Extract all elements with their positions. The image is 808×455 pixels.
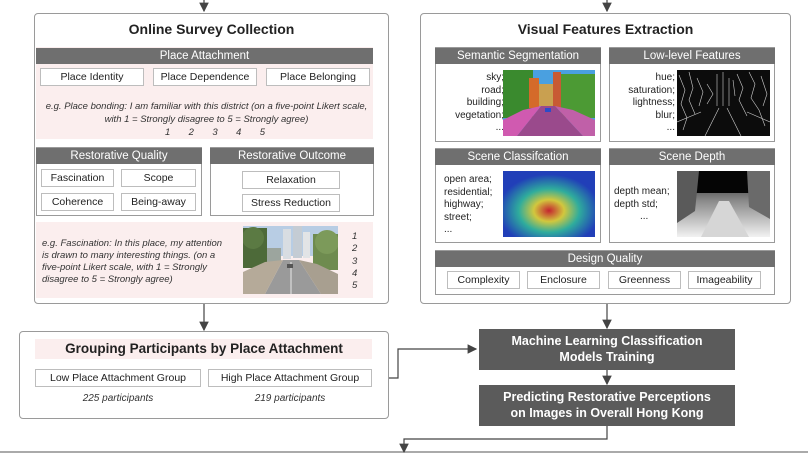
features-title: Visual Features Extraction <box>517 21 694 37</box>
low-group-count: 225 participants <box>82 393 154 404</box>
fascination-example-line2: is drawn to many interesting things. (on… <box>42 250 216 261</box>
street-view-photo <box>243 226 338 294</box>
grouping-title: Grouping Participants by Place Attachmen… <box>65 341 343 356</box>
scale-3: 3 <box>352 255 358 267</box>
lowlevel-more: ... <box>666 122 675 133</box>
fascination-likert-scale: 1 2 3 4 5 <box>352 231 364 292</box>
depth-mean: depth mean; <box>614 186 670 197</box>
scale-2: 2 <box>188 127 194 138</box>
scale-2: 2 <box>352 243 358 255</box>
restorative-outcome-header: Restorative Outcome <box>210 148 374 164</box>
high-attachment-group: High Place Attachment Group <box>208 369 372 387</box>
quality-item-being-away: Being-away <box>121 193 196 211</box>
attachment-item-identity: Place Identity <box>40 68 144 86</box>
scale-4: 4 <box>352 267 358 279</box>
ml-training-line2: Models Training <box>559 350 655 364</box>
ml-training-line1: Machine Learning Classification <box>511 334 703 348</box>
scene-more: ... <box>444 224 453 235</box>
design-item-enclosure: Enclosure <box>527 271 600 289</box>
scale-5: 5 <box>259 127 265 138</box>
scene-classification-header: Scene Classifcation <box>435 149 601 165</box>
high-group-count: 219 participants <box>254 393 326 404</box>
semantic-vegetation: vegetation; <box>455 109 504 121</box>
attachment-example-line2: with 1 = Strongly disagree to 5 = Strong… <box>104 114 309 125</box>
scale-5: 5 <box>352 280 358 292</box>
attachment-item-belonging: Place Belonging <box>266 68 370 86</box>
scene-depth-list: depth mean; depth std; ... <box>614 186 676 224</box>
prediction-line2: on Images in Overall Hong Kong <box>510 406 704 420</box>
survey-title: Online Survey Collection <box>128 21 295 37</box>
scale-1: 1 <box>165 127 171 138</box>
semantic-list: sky; road; building; vegetation; ... <box>444 72 504 135</box>
design-item-imageability: Imageability <box>688 271 761 289</box>
prediction-step: Predicting Restorative Perceptions on Im… <box>479 385 735 426</box>
low-attachment-group: Low Place Attachment Group <box>35 369 201 387</box>
arrow-predict-out <box>399 426 608 454</box>
semantic-segmentation-header: Semantic Segmentation <box>435 48 601 64</box>
lowlevel-hue: hue; <box>655 72 675 83</box>
outcome-item-stress-reduction: Stress Reduction <box>242 194 340 212</box>
scale-1: 1 <box>352 231 358 242</box>
scene-heatmap-image <box>503 171 595 237</box>
fascination-example-line3: five-point Likert scale, with 1 = Strong… <box>42 262 208 273</box>
scale-4: 4 <box>236 127 242 138</box>
depth-map-image <box>677 171 770 237</box>
design-quality-header: Design Quality <box>435 251 775 267</box>
scene-depth-header: Scene Depth <box>609 149 775 165</box>
design-item-complexity: Complexity <box>447 271 520 289</box>
scale-3: 3 <box>212 127 218 138</box>
low-level-list: hue; saturation; lightness; blur; ... <box>617 72 675 135</box>
depth-std: depth std; <box>614 198 658 210</box>
quality-item-fascination: Fascination <box>41 169 114 187</box>
fascination-example-line1: e.g. Fascination: In this place, my atte… <box>42 238 223 249</box>
attachment-item-dependence: Place Dependence <box>153 68 257 86</box>
scene-open-area: open area; <box>444 174 492 185</box>
scene-classification-list: open area; residential; highway; street;… <box>444 174 504 237</box>
depth-more: ... <box>640 211 649 222</box>
scene-street: street; <box>444 211 472 223</box>
attachment-header: Place Attachment <box>36 48 373 64</box>
scene-residential: residential; <box>444 186 493 198</box>
lowlevel-lightness: lightness; <box>632 97 675 108</box>
outcome-item-relaxation: Relaxation <box>242 171 340 189</box>
quality-item-scope: Scope <box>121 169 196 187</box>
semantic-road: road; <box>481 84 504 96</box>
scene-highway: highway; <box>444 199 484 210</box>
arrow-grouping-to-ml <box>389 344 478 379</box>
attachment-likert-scale: 1 2 3 4 5 <box>165 127 265 140</box>
semantic-more: ... <box>495 122 504 133</box>
ml-training-step: Machine Learning Classification Models T… <box>479 329 735 370</box>
semantic-building: building; <box>466 97 504 108</box>
edge-detection-image <box>677 70 770 136</box>
quality-item-coherence: Coherence <box>41 193 114 211</box>
design-item-greenness: Greenness <box>608 271 681 289</box>
fascination-example-line4: disagree to 5 = Strongly agree) <box>42 274 173 285</box>
low-level-features-header: Low-level Features <box>609 48 775 64</box>
restorative-quality-header: Restorative Quality <box>36 148 202 164</box>
semantic-sky: sky; <box>486 72 504 83</box>
lowlevel-saturation: saturation; <box>628 84 675 96</box>
lowlevel-blur: blur; <box>655 109 675 121</box>
prediction-line1: Predicting Restorative Perceptions <box>503 390 711 404</box>
segmentation-image <box>503 70 595 136</box>
attachment-example-line1: e.g. Place bonding: I am familiar with t… <box>45 101 368 112</box>
